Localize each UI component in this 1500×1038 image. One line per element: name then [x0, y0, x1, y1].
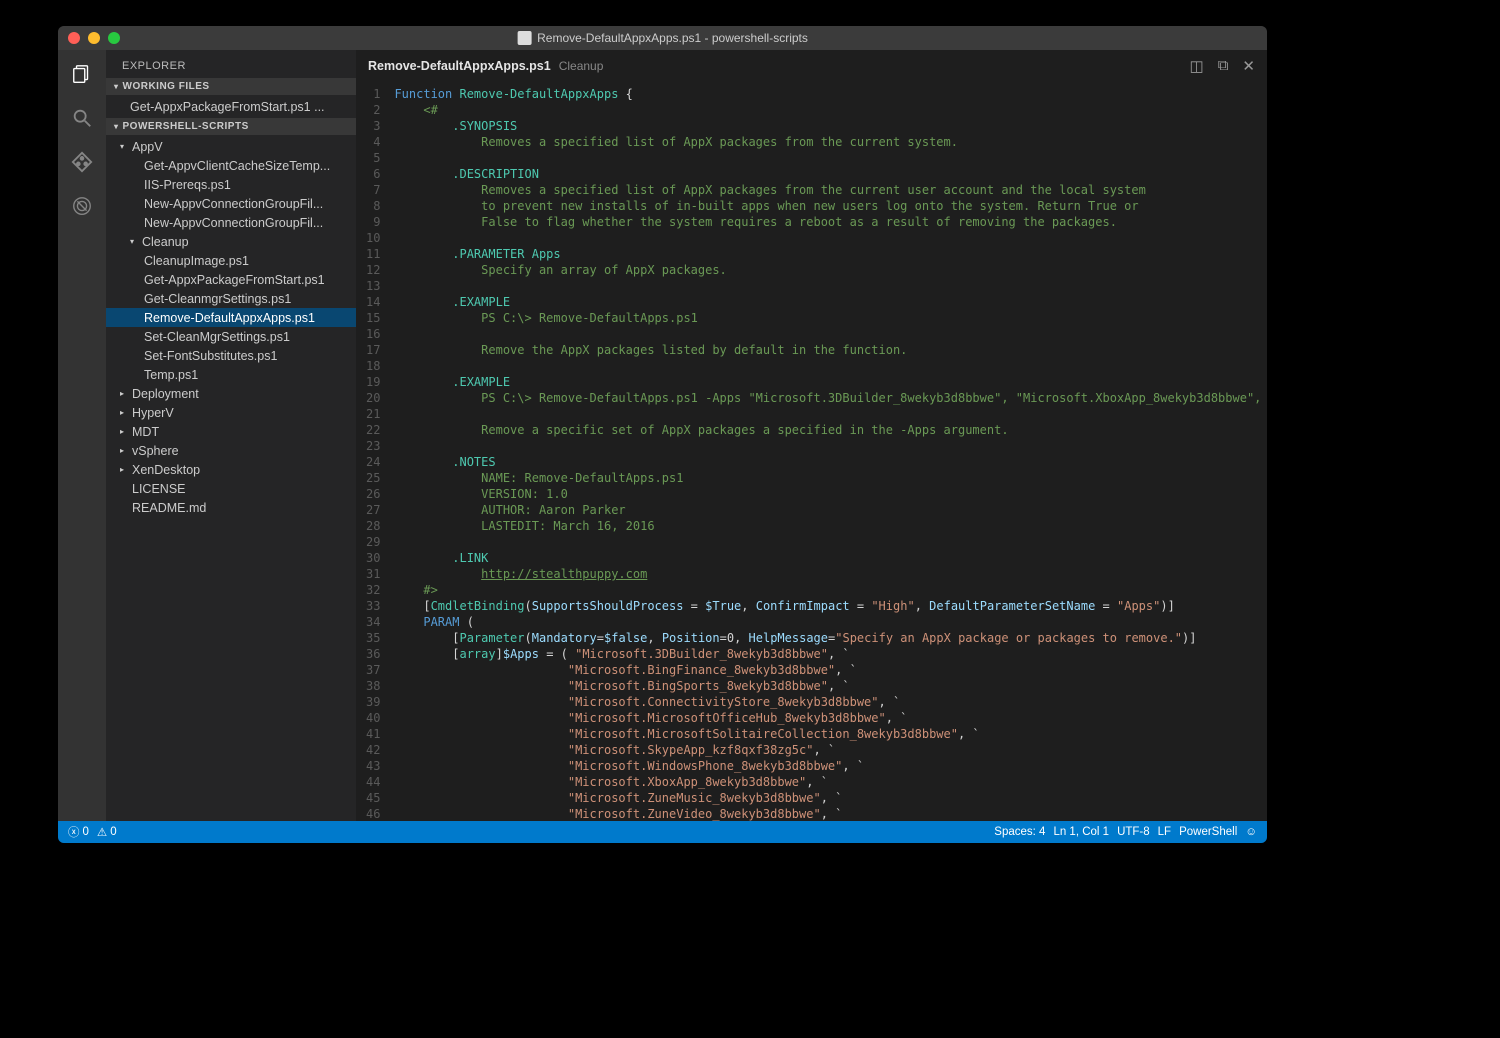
chevron-down-icon: ▾	[120, 142, 128, 151]
statusbar-right: Spaces: 4 Ln 1, Col 1 UTF-8 LF PowerShel…	[994, 826, 1257, 838]
tree-label: AppV	[132, 140, 163, 154]
statusbar: ⓧ 0 ⚠ 0 Spaces: 4 Ln 1, Col 1 UTF-8 LF P…	[58, 821, 1267, 843]
maximize-window-button[interactable]	[108, 32, 120, 44]
folder-item[interactable]: ▸ vSphere	[106, 441, 356, 460]
folder-item[interactable]: ▾ AppV	[106, 137, 356, 156]
chevron-right-icon: ▸	[120, 389, 128, 398]
chevron-right-icon: ▸	[120, 465, 128, 474]
working-files-label: WORKING FILES	[123, 81, 210, 92]
file-item[interactable]: LICENSE	[106, 479, 356, 498]
main-area: EXPLORER ▾ WORKING FILES Get-AppxPackage…	[58, 50, 1267, 821]
file-item[interactable]: CleanupImage.ps1	[106, 251, 356, 270]
debug-icon[interactable]	[70, 194, 94, 218]
window-title: Remove-DefaultAppxApps.ps1 - powershell-…	[517, 31, 808, 45]
git-icon[interactable]	[70, 150, 94, 174]
explorer-icon[interactable]	[70, 62, 94, 86]
project-label: POWERSHELL-SCRIPTS	[123, 121, 249, 132]
tab-filename: Remove-DefaultAppxApps.ps1	[368, 59, 551, 73]
code-area[interactable]: 1234567891011121314151617181920212223242…	[356, 82, 1267, 821]
status-encoding[interactable]: UTF-8	[1117, 826, 1150, 838]
folder-item[interactable]: ▸ HyperV	[106, 403, 356, 422]
feedback-icon[interactable]: ☺	[1245, 826, 1257, 838]
status-cursor-pos[interactable]: Ln 1, Col 1	[1053, 826, 1109, 838]
chevron-right-icon: ▸	[120, 446, 128, 455]
project-header[interactable]: ▾ POWERSHELL-SCRIPTS	[106, 118, 356, 135]
sidebar-title: EXPLORER	[106, 50, 356, 78]
working-files-header[interactable]: ▾ WORKING FILES	[106, 78, 356, 95]
search-icon[interactable]	[70, 106, 94, 130]
tree-label: XenDesktop	[132, 463, 200, 477]
folder-item[interactable]: ▸ XenDesktop	[106, 460, 356, 479]
warning-count: 0	[110, 826, 116, 838]
file-item[interactable]: New-AppvConnectionGroupFil...	[106, 213, 356, 232]
status-errors[interactable]: ⓧ 0	[68, 824, 89, 840]
tree-label: vSphere	[132, 444, 179, 458]
more-actions-icon[interactable]: ⧉	[1218, 57, 1229, 75]
file-item[interactable]: Get-AppxPackageFromStart.ps1	[106, 270, 356, 289]
chevron-right-icon: ▸	[120, 427, 128, 436]
code-content[interactable]: Function Remove-DefaultAppxApps { <# .SY…	[394, 82, 1267, 821]
file-item[interactable]: Set-FontSubstitutes.ps1	[106, 346, 356, 365]
file-item[interactable]: Get-AppvClientCacheSizeTemp...	[106, 156, 356, 175]
status-language[interactable]: PowerShell	[1179, 826, 1237, 838]
close-window-button[interactable]	[68, 32, 80, 44]
tab-active[interactable]: Remove-DefaultAppxApps.ps1 Cleanup	[368, 59, 603, 73]
tab-folder: Cleanup	[559, 59, 604, 73]
file-item[interactable]: IIS-Prereqs.ps1	[106, 175, 356, 194]
tree-label: HyperV	[132, 406, 174, 420]
tree-label: Cleanup	[142, 235, 189, 249]
status-spaces[interactable]: Spaces: 4	[994, 826, 1045, 838]
tree-label: Deployment	[132, 387, 199, 401]
line-gutter: 1234567891011121314151617181920212223242…	[356, 82, 394, 821]
activity-bar	[58, 50, 106, 821]
warning-icon: ⚠	[97, 825, 107, 839]
minimize-window-button[interactable]	[88, 32, 100, 44]
file-item[interactable]: Set-CleanMgrSettings.ps1	[106, 327, 356, 346]
file-item[interactable]: Remove-DefaultAppxApps.ps1	[106, 308, 356, 327]
chevron-right-icon: ▸	[120, 408, 128, 417]
editor-area: Remove-DefaultAppxApps.ps1 Cleanup ◫ ⧉ ✕…	[356, 50, 1267, 821]
folder-item[interactable]: ▾ Cleanup	[106, 232, 356, 251]
titlebar[interactable]: Remove-DefaultAppxApps.ps1 - powershell-…	[58, 26, 1267, 50]
chevron-down-icon: ▾	[114, 82, 119, 91]
project-tree: ▾ AppV Get-AppvClientCacheSizeTemp...IIS-P…	[106, 135, 356, 519]
file-item[interactable]: Temp.ps1	[106, 365, 356, 384]
chevron-down-icon: ▾	[114, 122, 119, 131]
sidebar: EXPLORER ▾ WORKING FILES Get-AppxPackage…	[106, 50, 356, 821]
folder-item[interactable]: ▸ MDT	[106, 422, 356, 441]
traffic-lights	[58, 32, 120, 44]
status-eol[interactable]: LF	[1158, 826, 1171, 838]
file-item[interactable]: README.md	[106, 498, 356, 517]
close-tab-icon[interactable]: ✕	[1242, 57, 1255, 75]
folder-item[interactable]: ▸ Deployment	[106, 384, 356, 403]
error-icon: ⓧ	[68, 824, 80, 840]
tree-label: MDT	[132, 425, 159, 439]
window-title-text: Remove-DefaultAppxApps.ps1 - powershell-…	[537, 31, 808, 45]
status-warnings[interactable]: ⚠ 0	[97, 825, 117, 839]
chevron-down-icon: ▾	[130, 237, 138, 246]
file-icon	[517, 31, 531, 45]
tab-bar: Remove-DefaultAppxApps.ps1 Cleanup ◫ ⧉ ✕	[356, 50, 1267, 82]
file-item[interactable]: Get-CleanmgrSettings.ps1	[106, 289, 356, 308]
file-item[interactable]: New-AppvConnectionGroupFil...	[106, 194, 356, 213]
statusbar-left: ⓧ 0 ⚠ 0	[68, 824, 117, 840]
working-files-tree: Get-AppxPackageFromStart.ps1 ...	[106, 95, 356, 118]
editor-window: Remove-DefaultAppxApps.ps1 - powershell-…	[58, 26, 1267, 843]
error-count: 0	[83, 826, 89, 838]
split-editor-icon[interactable]: ◫	[1190, 57, 1204, 75]
tab-actions: ◫ ⧉ ✕	[1190, 57, 1255, 75]
working-file-item[interactable]: Get-AppxPackageFromStart.ps1 ...	[106, 97, 356, 116]
